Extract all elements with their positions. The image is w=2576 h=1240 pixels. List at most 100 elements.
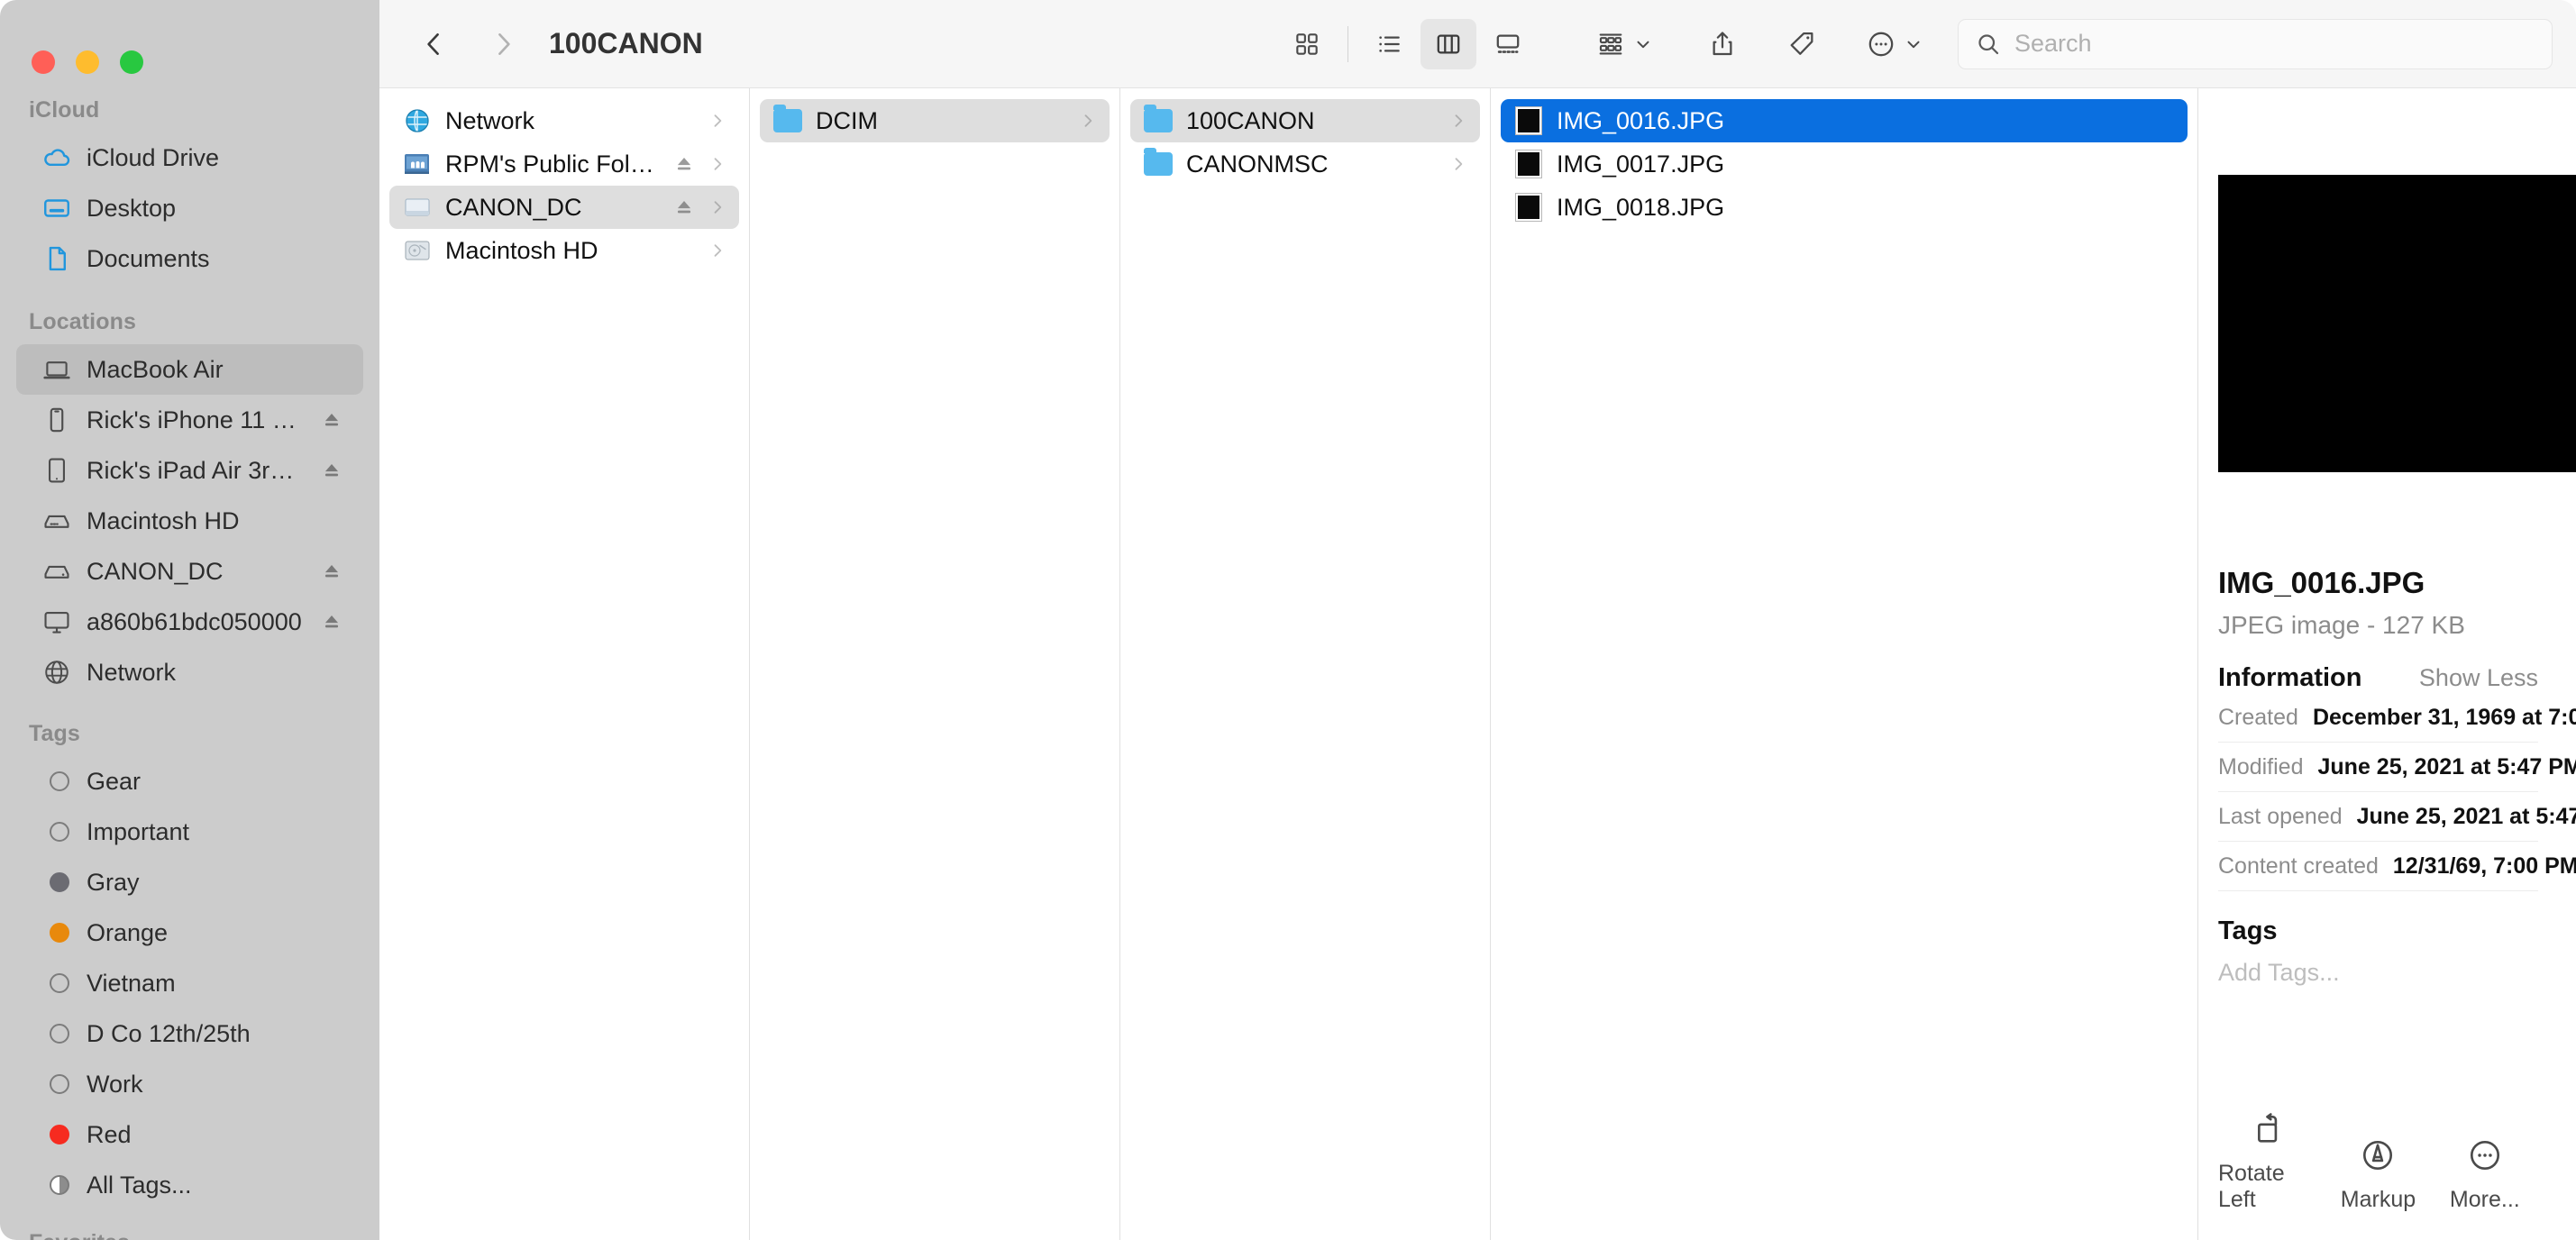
sidebar-item-label: Network [87, 658, 177, 686]
close-button[interactable] [32, 50, 55, 74]
sidebar-item-desktop[interactable]: Desktop [16, 183, 363, 233]
sidebar-item-label: Documents [87, 244, 210, 272]
search-field[interactable]: Search [1958, 18, 2553, 69]
sidebar-item-canon-dc[interactable]: CANON_DC [16, 546, 363, 597]
preview-tags-heading: Tags [2218, 916, 2278, 945]
sidebar-item-label: iCloud Drive [87, 143, 220, 171]
forward-button[interactable] [479, 20, 527, 68]
sidebar-tag-orange[interactable]: Orange [16, 907, 363, 958]
eject-icon[interactable] [320, 560, 343, 583]
externaldisk-icon [41, 556, 72, 587]
add-tags-input[interactable]: Add Tags... [2218, 959, 2538, 987]
gallery-view-button[interactable] [1480, 19, 1536, 69]
jpeg-file-icon [1513, 149, 1544, 179]
more-button[interactable]: More... [2432, 1136, 2538, 1213]
show-less-button[interactable]: Show Less [2419, 664, 2538, 692]
more-actions-button[interactable] [1857, 19, 1932, 69]
folder-icon [1143, 105, 1174, 136]
sidebar-item-macintosh-hd[interactable]: Macintosh HD [16, 496, 363, 546]
jpeg-file-icon [1513, 192, 1544, 223]
eject-icon[interactable] [672, 152, 696, 176]
column-row-canon-dc[interactable]: CANON_DC [389, 186, 739, 229]
finder-window: iCloud iCloud Drive Desktop Documents Lo… [0, 0, 2576, 1240]
sidebar-item-label: All Tags... [87, 1171, 192, 1199]
sidebar-item-network[interactable]: Network [16, 647, 363, 698]
public-folder-icon [402, 149, 433, 179]
sidebar-item-label: D Co 12th/25th [87, 1019, 251, 1047]
column-row-dcim[interactable]: DCIM [760, 99, 1110, 142]
column-canon-dc: DCIM [750, 88, 1120, 1240]
list-view-button[interactable] [1361, 19, 1417, 69]
search-icon [1975, 31, 2002, 58]
column-row-label: 100CANON [1186, 106, 1315, 134]
sidebar-tag-d-co-12th-25th[interactable]: D Co 12th/25th [16, 1008, 363, 1059]
info-value: June 25, 2021 at 5:47 PM [2317, 754, 2576, 780]
column-row-macintosh-hd[interactable]: Macintosh HD [389, 229, 739, 272]
harddisk-icon [41, 506, 72, 536]
view-switcher [1279, 18, 1536, 69]
sidebar-item-documents[interactable]: Documents [16, 233, 363, 284]
action-label: Rotate Left [2218, 1161, 2285, 1212]
sidebar-section-tags: Tags [29, 721, 80, 746]
sidebar-item-label: Desktop [87, 194, 177, 222]
sidebar-tag-all-tags[interactable]: All Tags... [16, 1160, 363, 1210]
info-row-created: Created December 31, 1969 at 7:00 PM [2218, 693, 2576, 743]
zoom-button[interactable] [120, 50, 143, 74]
iphone-icon [41, 405, 72, 435]
column-row-network[interactable]: Network [389, 99, 739, 142]
sidebar-item-a860b61bdc050000[interactable]: a860b61bdc050000 [16, 597, 363, 647]
share-button[interactable] [1698, 19, 1747, 69]
back-button[interactable] [410, 20, 459, 68]
file-row-img-0017[interactable]: IMG_0017.JPG [1501, 142, 2188, 186]
rotate-left-button[interactable]: Rotate Left [2218, 1110, 2325, 1213]
column-row-100canon[interactable]: 100CANON [1130, 99, 1480, 142]
file-row-label: IMG_0017.JPG [1557, 150, 1725, 178]
icon-view-button[interactable] [1279, 19, 1335, 69]
info-key: Content created [2218, 853, 2379, 879]
tags-button[interactable] [1777, 19, 1826, 69]
tag-dot-icon [41, 968, 72, 998]
sidebar-item-rick-iphone[interactable]: Rick's iPhone 11 Pro [16, 395, 363, 445]
info-value: December 31, 1969 at 7:00 PM [2312, 705, 2576, 730]
column-row-label: RPM's Public Folder [445, 150, 660, 178]
info-value: 12/31/69, 7:00 PM [2392, 853, 2576, 879]
info-key: Created [2218, 705, 2298, 730]
laptop-icon [41, 354, 72, 385]
column-view-button[interactable] [1420, 18, 1476, 69]
file-row-img-0016[interactable]: IMG_0016.JPG [1501, 99, 2188, 142]
sidebar-tag-gray[interactable]: Gray [16, 857, 363, 907]
sidebar-tag-important[interactable]: Important [16, 807, 363, 857]
sidebar-tag-work[interactable]: Work [16, 1059, 363, 1109]
toolbar-divider [1347, 25, 1348, 62]
tag-dot-icon [41, 1018, 72, 1049]
info-row-last-opened: Last opened June 25, 2021 at 5:47 PM [2218, 792, 2576, 842]
cloud-icon [41, 142, 72, 173]
eject-icon[interactable] [320, 459, 343, 482]
preview-pane: IMG_0016.JPG JPEG image - 127 KB Informa… [2198, 88, 2576, 1240]
column-row-canonmsc[interactable]: CANONMSC [1130, 142, 1480, 186]
chevron-right-icon [708, 112, 726, 130]
group-by-button[interactable] [1586, 19, 1662, 69]
preview-thumbnail [2218, 175, 2576, 472]
sidebar-item-label: Work [87, 1070, 143, 1098]
more-circle-icon [2466, 1136, 2504, 1174]
sidebar-tag-vietnam[interactable]: Vietnam [16, 958, 363, 1008]
sidebar-item-label: Macintosh HD [87, 506, 240, 534]
minimize-button[interactable] [76, 50, 99, 74]
tag-dot-icon [41, 816, 72, 847]
sidebar-item-rick-ipad[interactable]: Rick's iPad Air 3rd G... [16, 445, 363, 496]
eject-icon[interactable] [320, 610, 343, 634]
eject-icon[interactable] [672, 196, 696, 219]
sidebar-item-icloud-drive[interactable]: iCloud Drive [16, 132, 363, 183]
sidebar-tag-gear[interactable]: Gear [16, 756, 363, 807]
sidebar-item-macbook-air[interactable]: MacBook Air [16, 344, 363, 395]
traffic-lights [0, 0, 379, 88]
tag-dot-icon [41, 1119, 72, 1150]
column-row-rpms-public-folder[interactable]: RPM's Public Folder [389, 142, 739, 186]
file-row-img-0018[interactable]: IMG_0018.JPG [1501, 186, 2188, 229]
chevron-down-icon [1633, 34, 1653, 54]
chevron-right-icon [708, 242, 726, 260]
eject-icon[interactable] [320, 408, 343, 432]
sidebar-tag-red[interactable]: Red [16, 1109, 363, 1160]
markup-button[interactable]: Markup [2325, 1136, 2431, 1213]
